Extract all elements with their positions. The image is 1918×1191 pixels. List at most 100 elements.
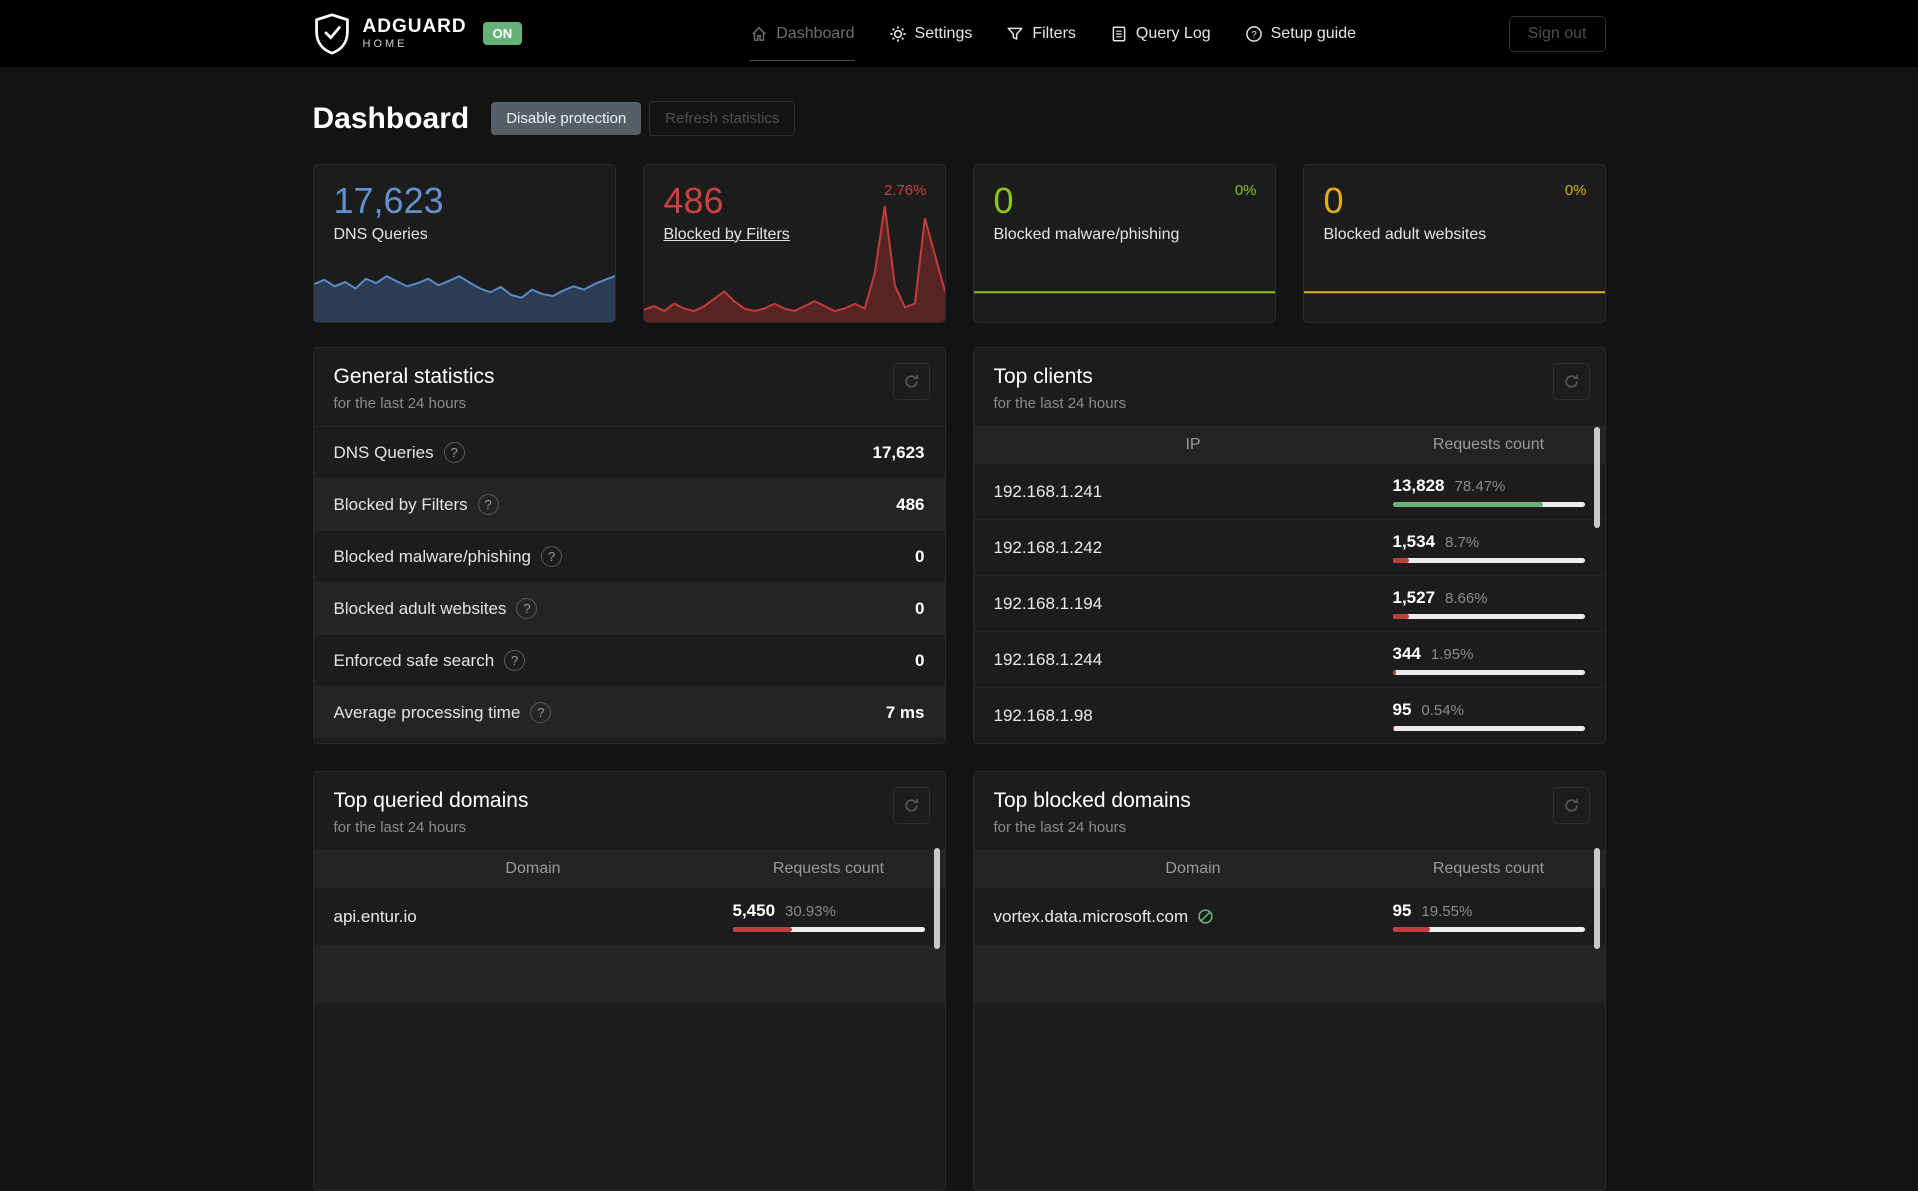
middle-row: General statistics for the last 24 hours… bbox=[312, 347, 1606, 744]
client-ip[interactable]: 192.168.1.98 bbox=[994, 706, 1393, 726]
question-circle-icon: ? bbox=[1245, 25, 1263, 43]
requests-count: 5,450 bbox=[732, 901, 776, 920]
nav-item-dashboard[interactable]: Dashboard bbox=[750, 24, 855, 61]
refresh-icon[interactable] bbox=[1552, 787, 1590, 824]
dns-queries-sparkline bbox=[313, 268, 615, 322]
blocked-malware-sparkline bbox=[974, 268, 1275, 322]
help-icon[interactable]: ? bbox=[530, 702, 552, 723]
stat-card-blocked-adult: 0% 0 Blocked adult websites bbox=[1302, 164, 1606, 323]
stat-row-value: 0 bbox=[915, 598, 925, 618]
scrollbar[interactable] bbox=[1593, 427, 1600, 528]
stat-row-label: Blocked malware/phishing bbox=[333, 546, 532, 566]
requests-count: 1,534 bbox=[1392, 532, 1436, 551]
nav-item-query-log[interactable]: Query Log bbox=[1110, 25, 1211, 43]
disable-protection-button[interactable]: Disable protection bbox=[491, 102, 642, 135]
column-header-requests: Requests count bbox=[1432, 436, 1545, 453]
stat-card-blocked-malware: 0% 0 Blocked malware/phishing bbox=[972, 164, 1276, 323]
stat-row-label: Blocked adult websites bbox=[333, 598, 507, 618]
domain-name[interactable]: api.entur.io bbox=[334, 907, 733, 927]
column-header-requests: Requests count bbox=[772, 860, 885, 877]
blocked-adult-sparkline bbox=[1304, 268, 1605, 322]
top-blocked-domains-card: Top blocked domains for the last 24 hour… bbox=[972, 771, 1606, 1191]
refresh-statistics-button[interactable]: Refresh statistics bbox=[649, 101, 796, 136]
nav-item-label: Dashboard bbox=[776, 24, 855, 42]
scrollbar[interactable] bbox=[1593, 848, 1600, 949]
requests-percent: 8.7% bbox=[1445, 534, 1480, 551]
help-icon[interactable]: ? bbox=[541, 546, 562, 567]
requests-percent: 78.47% bbox=[1454, 478, 1506, 495]
requests-percent: 30.93% bbox=[785, 903, 836, 920]
help-icon[interactable]: ? bbox=[443, 442, 465, 463]
progress-bar bbox=[732, 927, 925, 932]
help-icon[interactable]: ? bbox=[516, 598, 538, 619]
nav-item-settings[interactable]: Settings bbox=[889, 25, 972, 43]
card-subtitle: for the last 24 hours bbox=[333, 395, 467, 412]
progress-bar bbox=[1392, 558, 1585, 563]
table-row: 192.168.1.242 1,534 8.7% bbox=[973, 519, 1605, 575]
nav-item-label: Query Log bbox=[1135, 24, 1211, 42]
stat-row-value: 0 bbox=[915, 650, 925, 670]
sign-out-button[interactable]: Sign out bbox=[1508, 15, 1606, 52]
top-clients-card: Top clients for the last 24 hours IP Req… bbox=[972, 347, 1606, 744]
help-icon[interactable]: ? bbox=[477, 494, 499, 515]
domain-name[interactable]: vortex.data.microsoft.com bbox=[994, 907, 1189, 927]
stat-row-value: 0 bbox=[915, 546, 925, 566]
column-header-ip: IP bbox=[1185, 436, 1201, 453]
nav-item-label: Setup guide bbox=[1270, 24, 1357, 42]
stat-value: 17,623 bbox=[333, 180, 444, 221]
table-row: Blocked by Filters ? 486 bbox=[313, 478, 945, 530]
progress-bar bbox=[1392, 502, 1585, 507]
table-row: Blocked malware/phishing ? 0 bbox=[313, 530, 945, 582]
card-title: Top clients bbox=[993, 365, 1093, 388]
protection-status-badge: ON bbox=[482, 22, 523, 45]
requests-count: 344 bbox=[1392, 644, 1421, 663]
nav-menu: Dashboard Settings Filters Query Log ? S… bbox=[598, 24, 1509, 61]
stat-value: 0 bbox=[993, 180, 1014, 221]
requests-count: 95 bbox=[1392, 901, 1412, 920]
column-header-domain: Domain bbox=[1165, 860, 1221, 877]
column-header-domain: Domain bbox=[505, 860, 561, 877]
table-row: DNS Queries ? 17,623 bbox=[313, 426, 945, 478]
nav-item-filters[interactable]: Filters bbox=[1006, 25, 1076, 43]
nav-item-label: Filters bbox=[1032, 24, 1076, 42]
home-icon bbox=[750, 25, 768, 43]
nav-item-setup-guide[interactable]: ? Setup guide bbox=[1245, 25, 1356, 43]
requests-percent: 1.95% bbox=[1430, 646, 1474, 663]
table-row: 192.168.1.98 95 0.54% bbox=[973, 687, 1605, 743]
requests-percent: 19.55% bbox=[1421, 903, 1473, 920]
table-row bbox=[313, 945, 945, 1003]
brand-subtitle: HOME bbox=[362, 38, 408, 50]
refresh-icon[interactable] bbox=[892, 787, 930, 824]
refresh-icon[interactable] bbox=[1552, 363, 1590, 400]
brand-name: ADGUARD bbox=[362, 16, 467, 37]
requests-count: 95 bbox=[1392, 700, 1412, 719]
stat-label: DNS Queries bbox=[333, 225, 428, 243]
stat-value: 486 bbox=[663, 180, 724, 221]
svg-text:?: ? bbox=[1251, 29, 1256, 40]
card-title: General statistics bbox=[333, 365, 495, 388]
general-statistics-table: DNS Queries ? 17,623 Blocked by Filters … bbox=[313, 426, 945, 738]
client-ip[interactable]: 192.168.1.241 bbox=[994, 482, 1393, 502]
card-title: Top queried domains bbox=[333, 789, 529, 812]
table-header: Domain Requests count bbox=[313, 850, 945, 887]
navbar: ADGUARD HOME ON Dashboard Settings Filte… bbox=[0, 0, 1918, 67]
refresh-icon[interactable] bbox=[892, 363, 930, 400]
progress-bar bbox=[1392, 614, 1585, 619]
requests-percent: 0.54% bbox=[1421, 702, 1464, 719]
progress-bar bbox=[1392, 670, 1585, 675]
client-ip[interactable]: 192.168.1.194 bbox=[994, 594, 1393, 614]
table-header: Domain Requests count bbox=[973, 850, 1605, 887]
help-icon[interactable]: ? bbox=[504, 650, 526, 671]
table-row: api.entur.io 5,450 30.93% bbox=[313, 887, 945, 945]
domain-blocked-icon[interactable] bbox=[1197, 908, 1214, 925]
stat-row-label: Enforced safe search bbox=[333, 650, 495, 670]
table-row: vortex.data.microsoft.com 95 19.55% bbox=[973, 887, 1605, 945]
card-subtitle: for the last 24 hours bbox=[993, 395, 1127, 412]
table-row: 192.168.1.244 344 1.95% bbox=[973, 631, 1605, 687]
scrollbar[interactable] bbox=[933, 848, 940, 949]
stat-label: Blocked malware/phishing bbox=[993, 225, 1180, 243]
client-ip[interactable]: 192.168.1.244 bbox=[994, 650, 1393, 670]
client-ip[interactable]: 192.168.1.242 bbox=[994, 538, 1393, 558]
stat-label-link[interactable]: Blocked by Filters bbox=[644, 221, 810, 244]
bottom-row: Top queried domains for the last 24 hour… bbox=[312, 771, 1606, 1191]
